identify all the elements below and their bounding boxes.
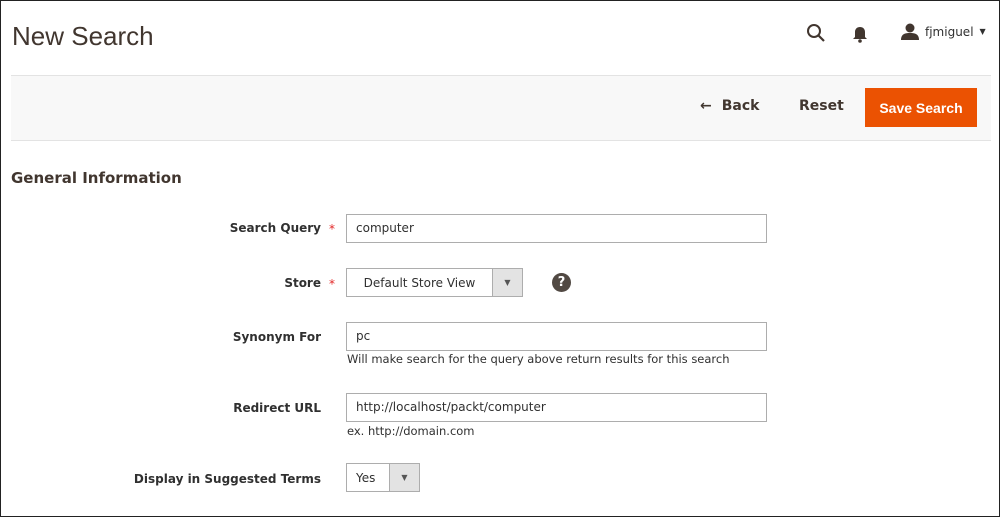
arrow-left-icon: ← xyxy=(700,98,712,114)
section-title: General Information xyxy=(11,169,182,187)
back-button[interactable]: ← Back xyxy=(700,98,759,114)
page-title: New Search xyxy=(12,21,154,51)
search-query-input[interactable]: computer xyxy=(346,214,767,243)
chevron-down-icon: ▼ xyxy=(389,464,419,491)
reset-button[interactable]: Reset xyxy=(799,98,844,114)
synonym-label: Synonym For xyxy=(232,330,321,344)
chevron-down-icon: ▼ xyxy=(979,27,986,36)
redirect-url-note: ex. http://domain.com xyxy=(347,424,475,438)
save-search-button[interactable]: Save Search xyxy=(865,88,977,127)
user-icon xyxy=(901,23,919,40)
synonym-input[interactable]: pc xyxy=(346,322,767,351)
search-icon[interactable] xyxy=(806,23,826,47)
user-menu[interactable]: fjmiguel ▼ xyxy=(901,23,986,40)
bell-icon[interactable] xyxy=(852,25,868,47)
store-select[interactable]: Default Store View ▼ xyxy=(346,268,523,297)
redirect-url-input[interactable]: http://localhost/packt/computer xyxy=(346,393,767,422)
required-marker: * xyxy=(329,222,335,236)
page-actions-bar xyxy=(11,75,991,141)
username: fjmiguel xyxy=(925,24,974,39)
suggested-terms-label: Display in Suggested Terms xyxy=(133,472,321,486)
store-label: Store xyxy=(284,276,321,290)
search-query-label: Search Query xyxy=(229,221,321,235)
chevron-down-icon: ▼ xyxy=(492,269,522,296)
suggested-terms-select[interactable]: Yes ▼ xyxy=(346,463,420,492)
store-value: Default Store View xyxy=(363,275,476,290)
help-icon[interactable]: ? xyxy=(552,273,571,292)
redirect-url-label: Redirect URL xyxy=(233,401,321,415)
synonym-note: Will make search for the query above ret… xyxy=(347,352,730,366)
back-label: Back xyxy=(721,98,760,114)
required-marker: * xyxy=(329,277,335,291)
suggested-value: Yes xyxy=(356,470,376,485)
